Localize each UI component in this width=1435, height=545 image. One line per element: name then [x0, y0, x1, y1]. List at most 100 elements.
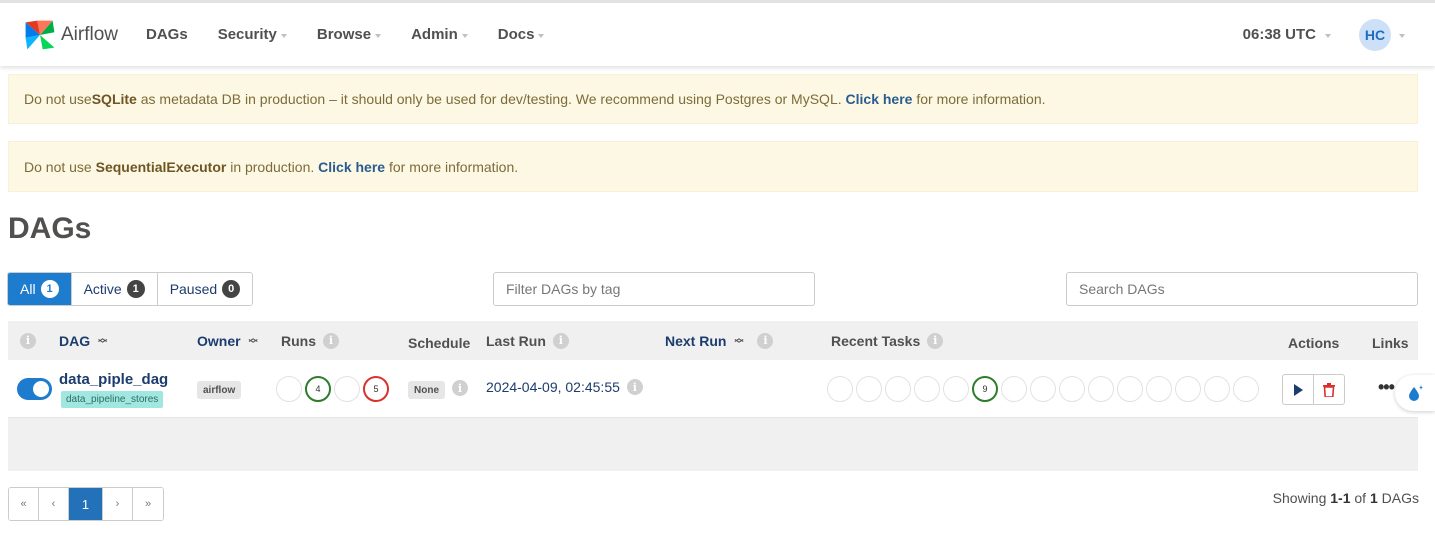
nav-item-admin[interactable]: Admin — [411, 26, 468, 43]
user-menu[interactable]: HC — [1359, 18, 1405, 51]
task-state-circle[interactable] — [914, 376, 940, 402]
more-links-icon[interactable]: ••• — [1378, 377, 1395, 398]
alert-text: for more information. — [912, 91, 1046, 107]
airflow-pinwheel-icon — [25, 20, 55, 49]
filter-all-button[interactable]: All 1 — [8, 273, 72, 305]
sqlite-warning-alert: Do not use SQLite as metadata DB in prod… — [8, 74, 1418, 124]
trigger-dag-button[interactable] — [1283, 375, 1313, 404]
task-state-circle[interactable] — [1001, 376, 1027, 402]
nav-right: 06:38 UTC HC — [1243, 3, 1405, 66]
alert-link[interactable]: Click here — [846, 91, 913, 107]
water-drop-float-button[interactable] — [1395, 375, 1435, 411]
timezone-dropdown[interactable]: 06:38 UTC — [1243, 26, 1331, 43]
task-state-circle[interactable] — [943, 376, 969, 402]
nav-label: Security — [217, 26, 277, 43]
search-dags-input[interactable] — [1066, 272, 1418, 306]
tag-filter-input[interactable] — [493, 272, 815, 306]
filter-active-button[interactable]: Active 1 — [71, 273, 158, 305]
page-first-button[interactable]: « — [9, 488, 39, 520]
task-state-circle[interactable] — [856, 376, 882, 402]
executor-warning-alert: Do not use SequentialExecutor in product… — [8, 141, 1418, 192]
page-title: DAGs — [8, 212, 92, 245]
filter-label: All — [20, 281, 36, 297]
task-state-circle[interactable] — [1233, 376, 1259, 402]
filter-label: Active — [83, 281, 122, 297]
filter-label: Paused — [169, 281, 218, 297]
nav-menu: DAGs Security Browse Admin Docs — [146, 26, 574, 43]
run-failed-circle[interactable]: 5 — [363, 376, 389, 402]
water-drop-icon — [1409, 385, 1423, 401]
nav-item-browse[interactable]: Browse — [316, 26, 382, 43]
current-time: 06:38 UTC — [1242, 26, 1316, 43]
alert-text: Do not use — [24, 91, 92, 107]
info-icon[interactable]: i — [452, 380, 468, 396]
count-badge: 1 — [126, 280, 145, 298]
owner-badge[interactable]: airflow — [197, 381, 242, 399]
info-icon[interactable]: i — [626, 379, 643, 395]
chevron-down-icon — [1325, 34, 1331, 38]
run-success-circle[interactable]: 4 — [305, 376, 331, 402]
task-state-circle[interactable] — [885, 376, 911, 402]
dag-pause-toggle[interactable] — [17, 378, 52, 400]
task-state-circle[interactable] — [1204, 376, 1230, 402]
alert-text: as metadata DB in production – it should… — [136, 91, 846, 107]
actions-group — [1282, 374, 1345, 405]
alert-text: in production. — [226, 158, 319, 175]
page-last-button[interactable]: » — [133, 488, 163, 520]
status-filter-group: All 1 Active 1 Paused 0 — [7, 272, 254, 306]
showing-total: 1 — [1369, 490, 1378, 506]
chevron-down-icon — [280, 34, 287, 38]
chevron-down-icon — [1399, 34, 1405, 38]
showing-text: DAGs — [1377, 490, 1419, 506]
nav-label: Browse — [316, 26, 372, 43]
chevron-down-icon — [461, 34, 468, 38]
showing-text: of — [1350, 490, 1370, 506]
task-state-circle[interactable] — [1117, 376, 1143, 402]
filter-paused-button[interactable]: Paused 0 — [157, 273, 253, 305]
nav-label: DAGs — [146, 26, 188, 43]
nav-label: Docs — [497, 26, 535, 43]
nav-item-security[interactable]: Security — [218, 26, 287, 43]
alert-bold: SQLite — [91, 91, 137, 107]
dag-row-content: data_piple_dag data_pipeline_stores airf… — [8, 321, 1418, 471]
delete-dag-button[interactable] — [1313, 375, 1344, 404]
alert-text: Do not use — [24, 158, 96, 175]
last-run[interactable]: 2024-04-09, 02:45:55 i — [486, 379, 643, 395]
page-next-button[interactable]: › — [103, 488, 133, 520]
last-run-value: 2024-04-09, 02:45:55 — [486, 379, 620, 395]
dag-id-link[interactable]: data_piple_dag — [59, 371, 168, 388]
trash-icon — [1323, 382, 1336, 397]
nav-item-docs[interactable]: Docs — [498, 26, 545, 43]
task-state-circle[interactable] — [1175, 376, 1201, 402]
brand-logo[interactable]: Airflow — [22, 17, 134, 53]
alert-bold: SequentialExecutor — [95, 158, 227, 175]
count-badge: 0 — [222, 280, 241, 298]
task-state-circle[interactable] — [827, 376, 853, 402]
dag-tag[interactable]: data_pipeline_stores — [61, 391, 164, 408]
task-state-circle[interactable] — [1030, 376, 1056, 402]
pagination: « ‹ 1 › » — [8, 487, 164, 521]
count-badge: 1 — [40, 280, 59, 298]
chevron-down-icon — [375, 34, 382, 38]
chevron-down-icon — [538, 34, 545, 38]
alert-link[interactable]: Click here — [318, 159, 385, 175]
page-prev-button[interactable]: ‹ — [39, 488, 69, 520]
brand-name: Airflow — [61, 23, 119, 45]
showing-count: Showing 1-1 of 1 DAGs — [1273, 490, 1419, 506]
nav-item-dags[interactable]: DAGs — [146, 26, 188, 43]
showing-text: Showing — [1272, 490, 1331, 506]
task-state-circle[interactable] — [1059, 376, 1085, 402]
avatar: HC — [1359, 18, 1391, 51]
navbar: Airflow DAGs Security Browse Admin Docs … — [0, 0, 1435, 66]
task-state-circle[interactable] — [1088, 376, 1114, 402]
showing-range: 1-1 — [1330, 490, 1351, 506]
task-state-circle[interactable] — [1146, 376, 1172, 402]
schedule-badge: None — [408, 381, 445, 399]
page-current-button[interactable]: 1 — [69, 488, 103, 520]
nav-label: Admin — [411, 26, 458, 43]
run-state-circle[interactable] — [276, 376, 302, 402]
alert-text: for more information. — [385, 158, 519, 175]
task-success-circle[interactable]: 9 — [972, 376, 998, 402]
play-icon — [1294, 383, 1304, 396]
run-state-circle[interactable] — [334, 376, 360, 402]
